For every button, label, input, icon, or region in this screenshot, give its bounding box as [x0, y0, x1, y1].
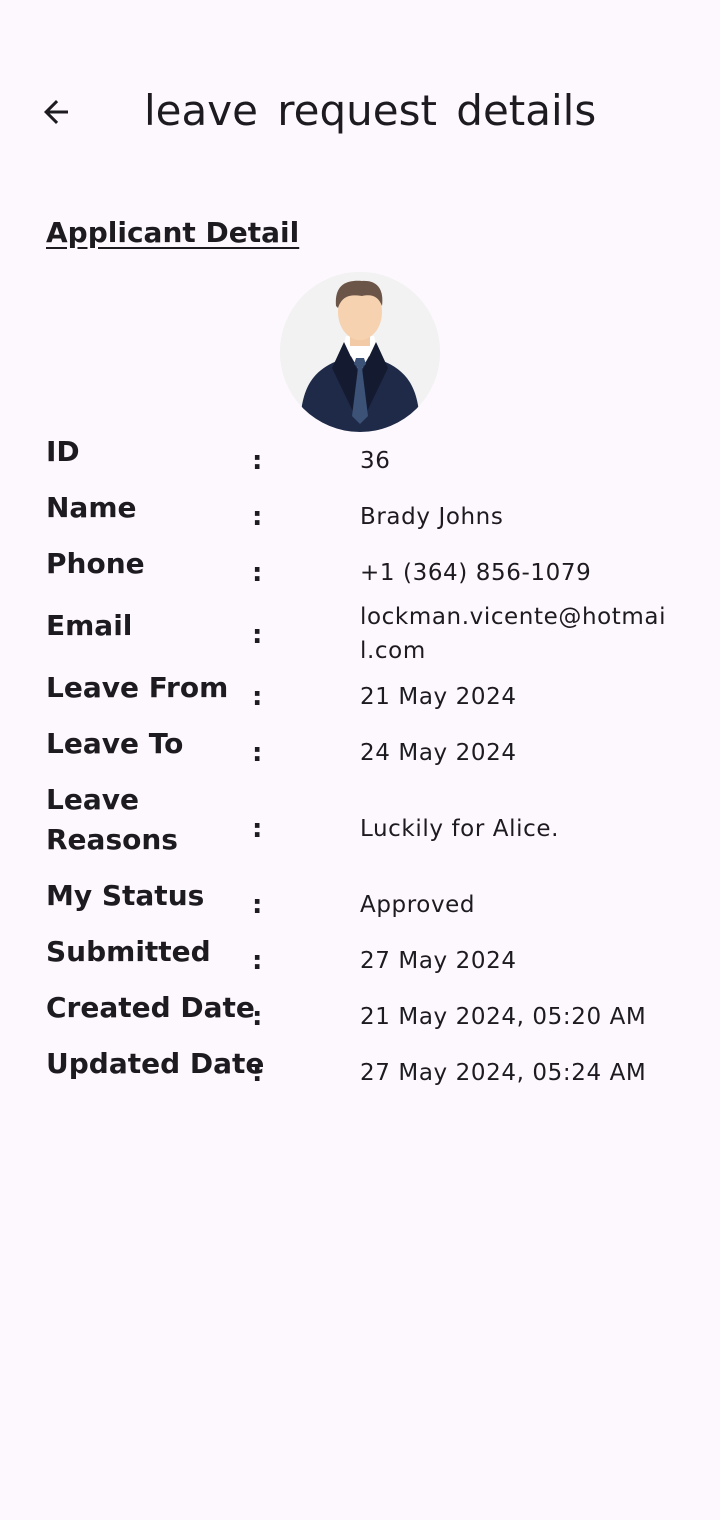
detail-value: 27 May 2024, 05:24 AM — [360, 1060, 647, 1086]
detail-colon: : — [252, 946, 263, 976]
detail-colon: : — [252, 738, 263, 768]
back-button[interactable] — [28, 90, 84, 138]
detail-colon: : — [252, 446, 263, 476]
section-title: Applicant Detail — [46, 216, 300, 249]
detail-label: Name — [46, 491, 137, 524]
detail-label: ID — [46, 435, 80, 468]
avatar — [280, 272, 440, 432]
person-avatar-icon — [280, 272, 440, 432]
detail-label: Leave From — [46, 671, 229, 704]
page-title: leave request details — [144, 86, 597, 135]
detail-colon: : — [252, 1058, 263, 1088]
detail-label: Leave To — [46, 727, 184, 760]
app-bar: leave request details — [0, 64, 720, 164]
detail-label: Phone — [46, 547, 145, 580]
detail-colon: : — [252, 1002, 263, 1032]
detail-label: Leave Reasons — [46, 783, 178, 856]
detail-colon: : — [252, 620, 263, 650]
detail-value: 24 May 2024 — [360, 740, 517, 766]
detail-colon: : — [252, 502, 263, 532]
detail-label: Created Date — [46, 991, 255, 1024]
detail-value: 21 May 2024 — [360, 684, 517, 710]
detail-value: 27 May 2024 — [360, 948, 517, 974]
detail-label: My Status — [46, 879, 205, 912]
detail-value: lockman.vicente@hotmail.com — [360, 604, 667, 664]
detail-colon: : — [252, 814, 263, 844]
detail-colon: : — [252, 682, 263, 712]
detail-value: 36 — [360, 448, 391, 474]
detail-value: Luckily for Alice. — [360, 816, 560, 842]
detail-label: Updated Date — [46, 1047, 265, 1080]
detail-colon: : — [252, 558, 263, 588]
detail-colon: : — [252, 890, 263, 920]
detail-value: Brady Johns — [360, 504, 504, 530]
detail-value: +1 (364) 856-1079 — [360, 560, 592, 586]
detail-value: Approved — [360, 892, 476, 918]
arrow-left-icon — [38, 94, 74, 135]
detail-value: 21 May 2024, 05:20 AM — [360, 1004, 647, 1030]
detail-label: Submitted — [46, 935, 211, 968]
detail-label: Email — [46, 609, 133, 642]
